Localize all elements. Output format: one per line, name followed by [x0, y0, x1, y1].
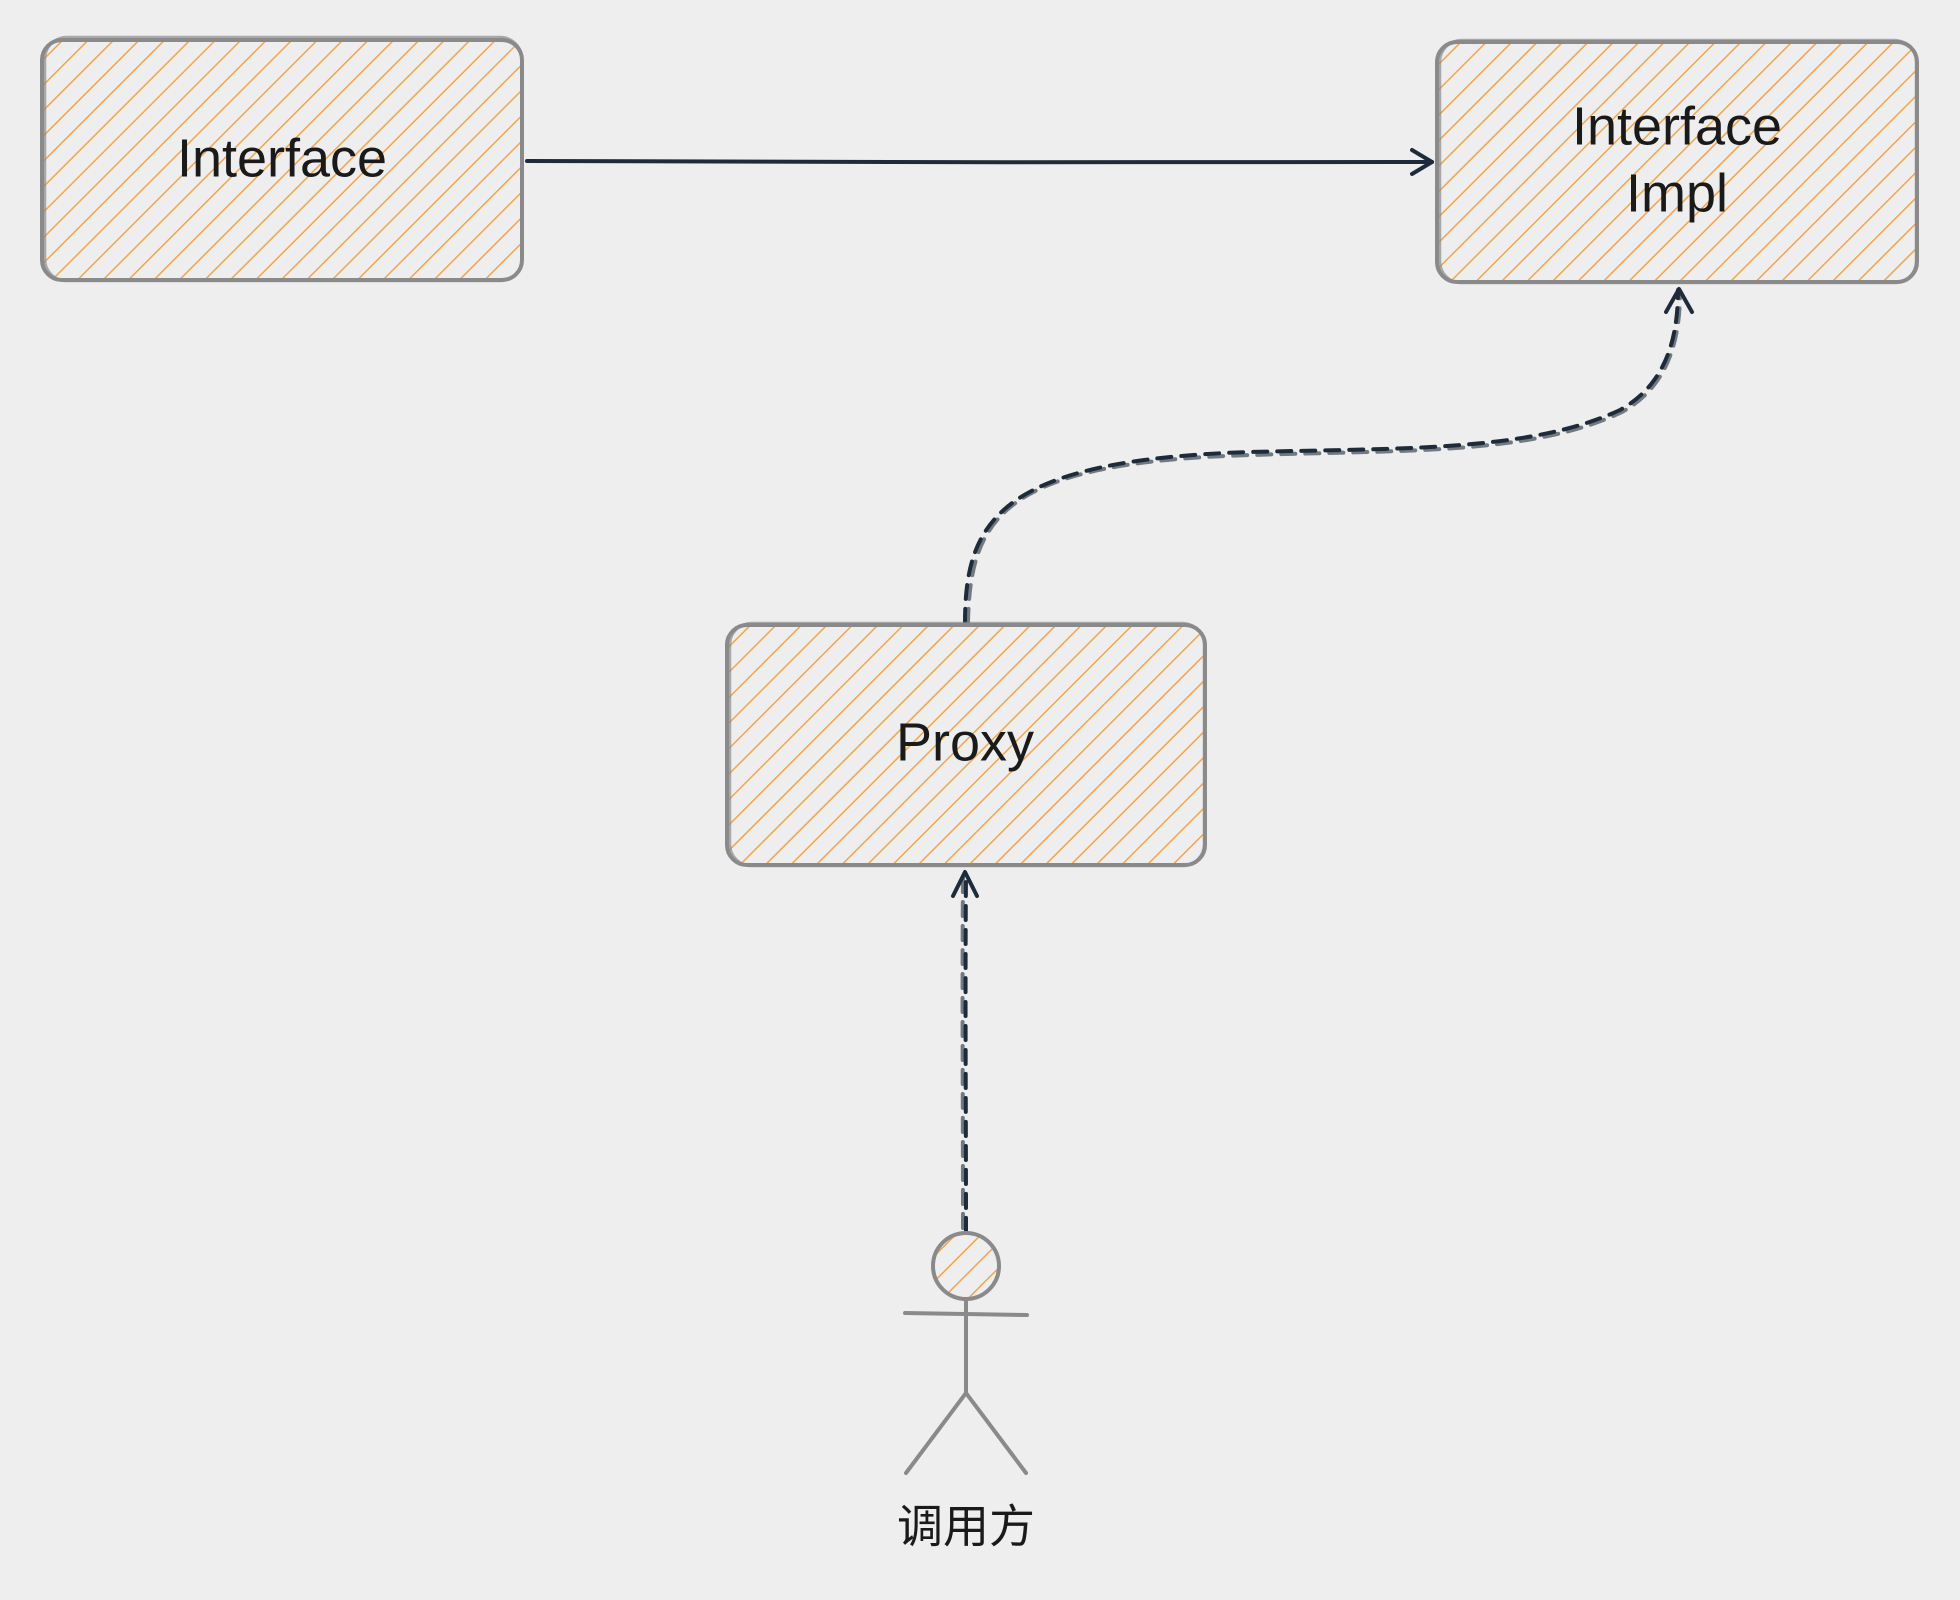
stick-figure-icon — [903, 1231, 1029, 1475]
node-caller-label: 调用方 — [897, 1500, 1035, 1554]
node-caller[interactable]: 调用方 — [897, 1231, 1035, 1554]
node-proxy-label: Proxy — [896, 712, 1034, 772]
edge-interface-to-impl — [525, 148, 1434, 176]
diagram-canvas: Interface Interface Impl Proxy 调用方 — [40, 35, 1919, 1554]
edge-proxy-to-impl — [963, 287, 1694, 625]
node-impl-label-line2: Impl — [1626, 163, 1728, 223]
node-interface[interactable]: Interface — [40, 35, 524, 283]
node-impl-label-line1: Interface — [1572, 96, 1782, 156]
node-proxy[interactable]: Proxy — [725, 621, 1207, 868]
edge-caller-to-proxy — [951, 870, 979, 1234]
node-interface-label: Interface — [177, 128, 387, 188]
node-interface-impl[interactable]: Interface Impl — [1435, 38, 1919, 285]
